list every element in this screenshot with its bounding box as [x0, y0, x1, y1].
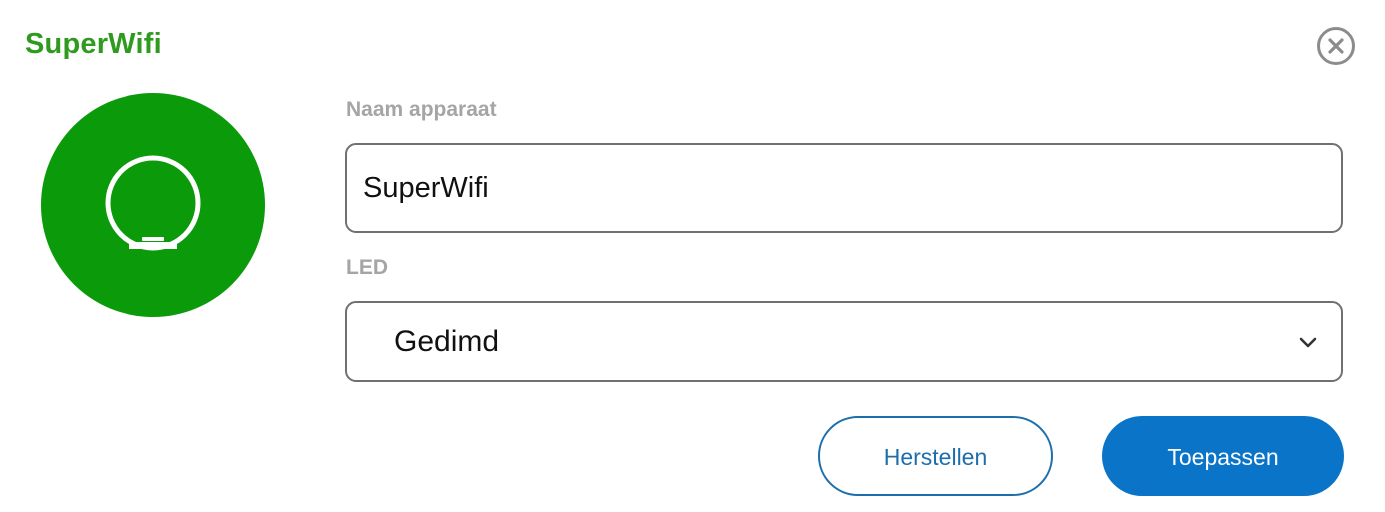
- wifi-point-device-icon: [105, 155, 201, 251]
- device-name-input[interactable]: [345, 143, 1343, 233]
- device-settings-dialog: SuperWifi Naam apparaat LED Gedimd Herst…: [0, 0, 1385, 512]
- chevron-down-icon: [1299, 337, 1317, 348]
- led-label: LED: [346, 256, 388, 279]
- led-selected-value: Gedimd: [394, 325, 500, 358]
- dialog-title: SuperWifi: [25, 28, 162, 60]
- apply-button[interactable]: Toepassen: [1102, 416, 1344, 496]
- close-circle-icon: [1317, 27, 1355, 65]
- device-name-label: Naam apparaat: [346, 98, 497, 121]
- reset-button[interactable]: Herstellen: [818, 416, 1053, 496]
- led-select[interactable]: Gedimd: [345, 301, 1343, 382]
- close-button[interactable]: [1316, 26, 1356, 66]
